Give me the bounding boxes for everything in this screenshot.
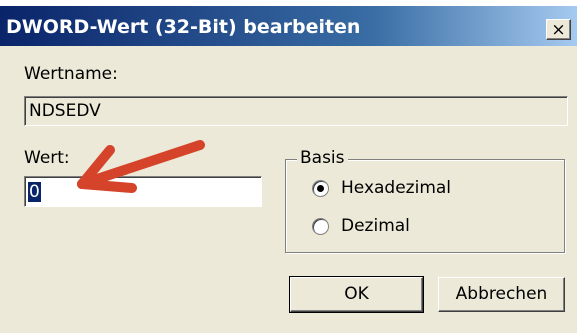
value-data-text: 0: [28, 182, 41, 202]
value-name-field: NDSEDV: [24, 96, 568, 126]
close-icon: ×: [551, 20, 566, 40]
close-button[interactable]: ×: [546, 19, 571, 40]
dialog-title: DWORD-Wert (32-Bit) bearbeiten: [6, 16, 361, 38]
ok-button[interactable]: OK: [289, 276, 424, 313]
radio-decimal-label: Dezimal: [341, 216, 410, 236]
cancel-button[interactable]: Abbrechen: [438, 277, 565, 312]
base-group-label: Basis: [297, 148, 348, 168]
radio-unselected-icon[interactable]: [312, 218, 329, 235]
value-name-label: Wertname:: [24, 64, 118, 84]
edit-dword-dialog: DWORD-Wert (32-Bit) bearbeiten × Wertnam…: [0, 0, 577, 333]
radio-selected-icon[interactable]: [312, 180, 329, 197]
value-name-text: NDSEDV: [29, 101, 101, 121]
radio-hexadecimal-label: Hexadezimal: [341, 178, 452, 198]
title-bar[interactable]: DWORD-Wert (32-Bit) bearbeiten ×: [0, 6, 577, 46]
base-groupbox: [285, 159, 565, 253]
value-data-input[interactable]: 0: [24, 176, 262, 207]
value-data-label: Wert:: [24, 148, 70, 168]
